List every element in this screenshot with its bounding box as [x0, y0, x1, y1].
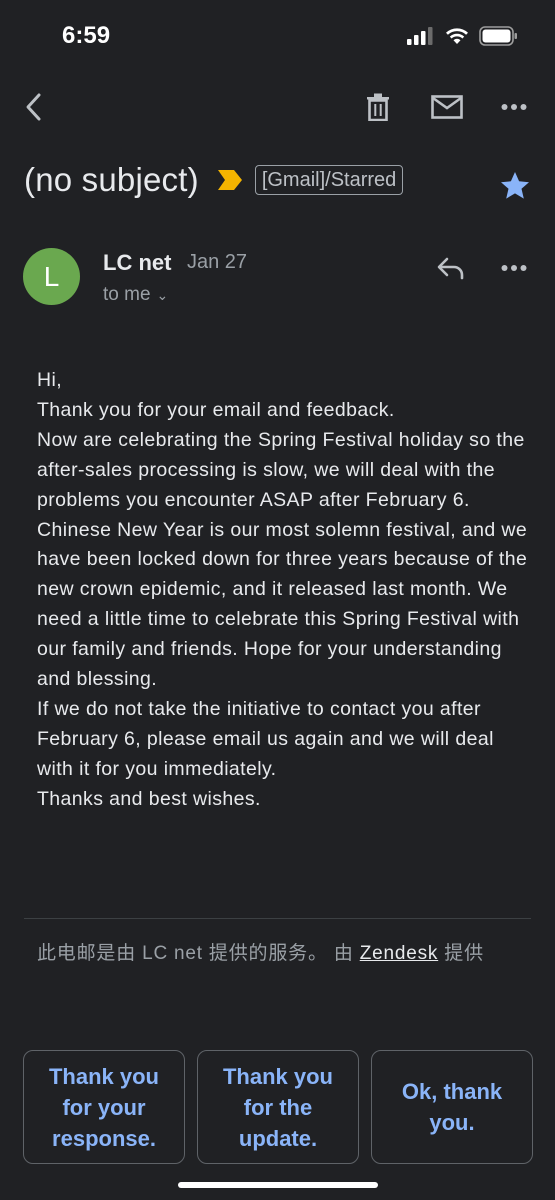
smart-reply-button[interactable]: Ok, thank you.: [371, 1050, 533, 1164]
divider: [24, 918, 531, 919]
smart-replies: Thank you for your response. Thank you f…: [23, 1050, 533, 1164]
reply-icon: [437, 257, 464, 280]
mark-unread-button[interactable]: [425, 85, 469, 129]
body-paragraph: Thanks and best wishes.: [37, 787, 261, 810]
reply-button[interactable]: [429, 246, 473, 290]
delete-button[interactable]: [356, 85, 400, 129]
more-horizontal-icon: [501, 265, 527, 271]
important-marker-icon[interactable]: [217, 169, 243, 191]
zendesk-link[interactable]: Zendesk: [360, 943, 438, 964]
email-date: Jan 27: [187, 251, 248, 273]
wifi-icon: [446, 28, 468, 44]
body-paragraph: If we do not take the initiative to cont…: [37, 697, 494, 780]
footer-prefix: 此电邮是由 LC net 提供的服务。 由: [37, 943, 360, 964]
home-indicator[interactable]: [178, 1182, 378, 1188]
back-button[interactable]: [12, 85, 56, 129]
avatar[interactable]: L: [23, 248, 80, 305]
more-options-button[interactable]: [492, 85, 536, 129]
body-paragraph: Now are celebrating the Spring Festival …: [37, 428, 525, 511]
star-icon[interactable]: [499, 170, 531, 202]
more-horizontal-icon: [501, 104, 527, 110]
label-chip[interactable]: [Gmail]/Starred: [254, 165, 404, 195]
email-subject: (no subject): [24, 161, 199, 198]
smart-reply-button[interactable]: Thank you for the update.: [197, 1050, 359, 1164]
status-time: 6:59: [62, 22, 111, 49]
status-bar: 6:59: [0, 0, 555, 70]
subject-row: (no subject) [Gmail]/Starred: [24, 152, 534, 208]
back-arrow-icon: [26, 93, 41, 121]
body-paragraph: Thank you for your email and feedback.: [37, 398, 395, 421]
body-paragraph: Hi,: [37, 369, 63, 391]
trash-icon: [367, 93, 389, 121]
mail-icon: [431, 95, 463, 119]
toolbar: [0, 82, 555, 132]
footer-suffix: 提供: [438, 943, 484, 964]
signal-icon: [407, 27, 433, 45]
recipient-label: to me: [103, 284, 151, 305]
recipient-details-toggle[interactable]: to me ⌄: [103, 284, 168, 306]
status-icons: [407, 26, 519, 46]
body-paragraph: Chinese New Year is our most solemn fest…: [37, 518, 528, 691]
chevron-down-icon: ⌄: [156, 287, 169, 303]
message-more-button[interactable]: [492, 246, 536, 290]
sender-name: LC net: [103, 250, 172, 275]
sender-row: L LC net Jan 27 to me ⌄: [23, 248, 533, 308]
smart-reply-button[interactable]: Thank you for your response.: [23, 1050, 185, 1164]
email-footer: 此电邮是由 LC net 提供的服务。 由 Zendesk 提供: [37, 938, 484, 965]
battery-icon: [479, 26, 517, 46]
email-body: Hi, Thank you for your email and feedbac…: [37, 366, 529, 815]
